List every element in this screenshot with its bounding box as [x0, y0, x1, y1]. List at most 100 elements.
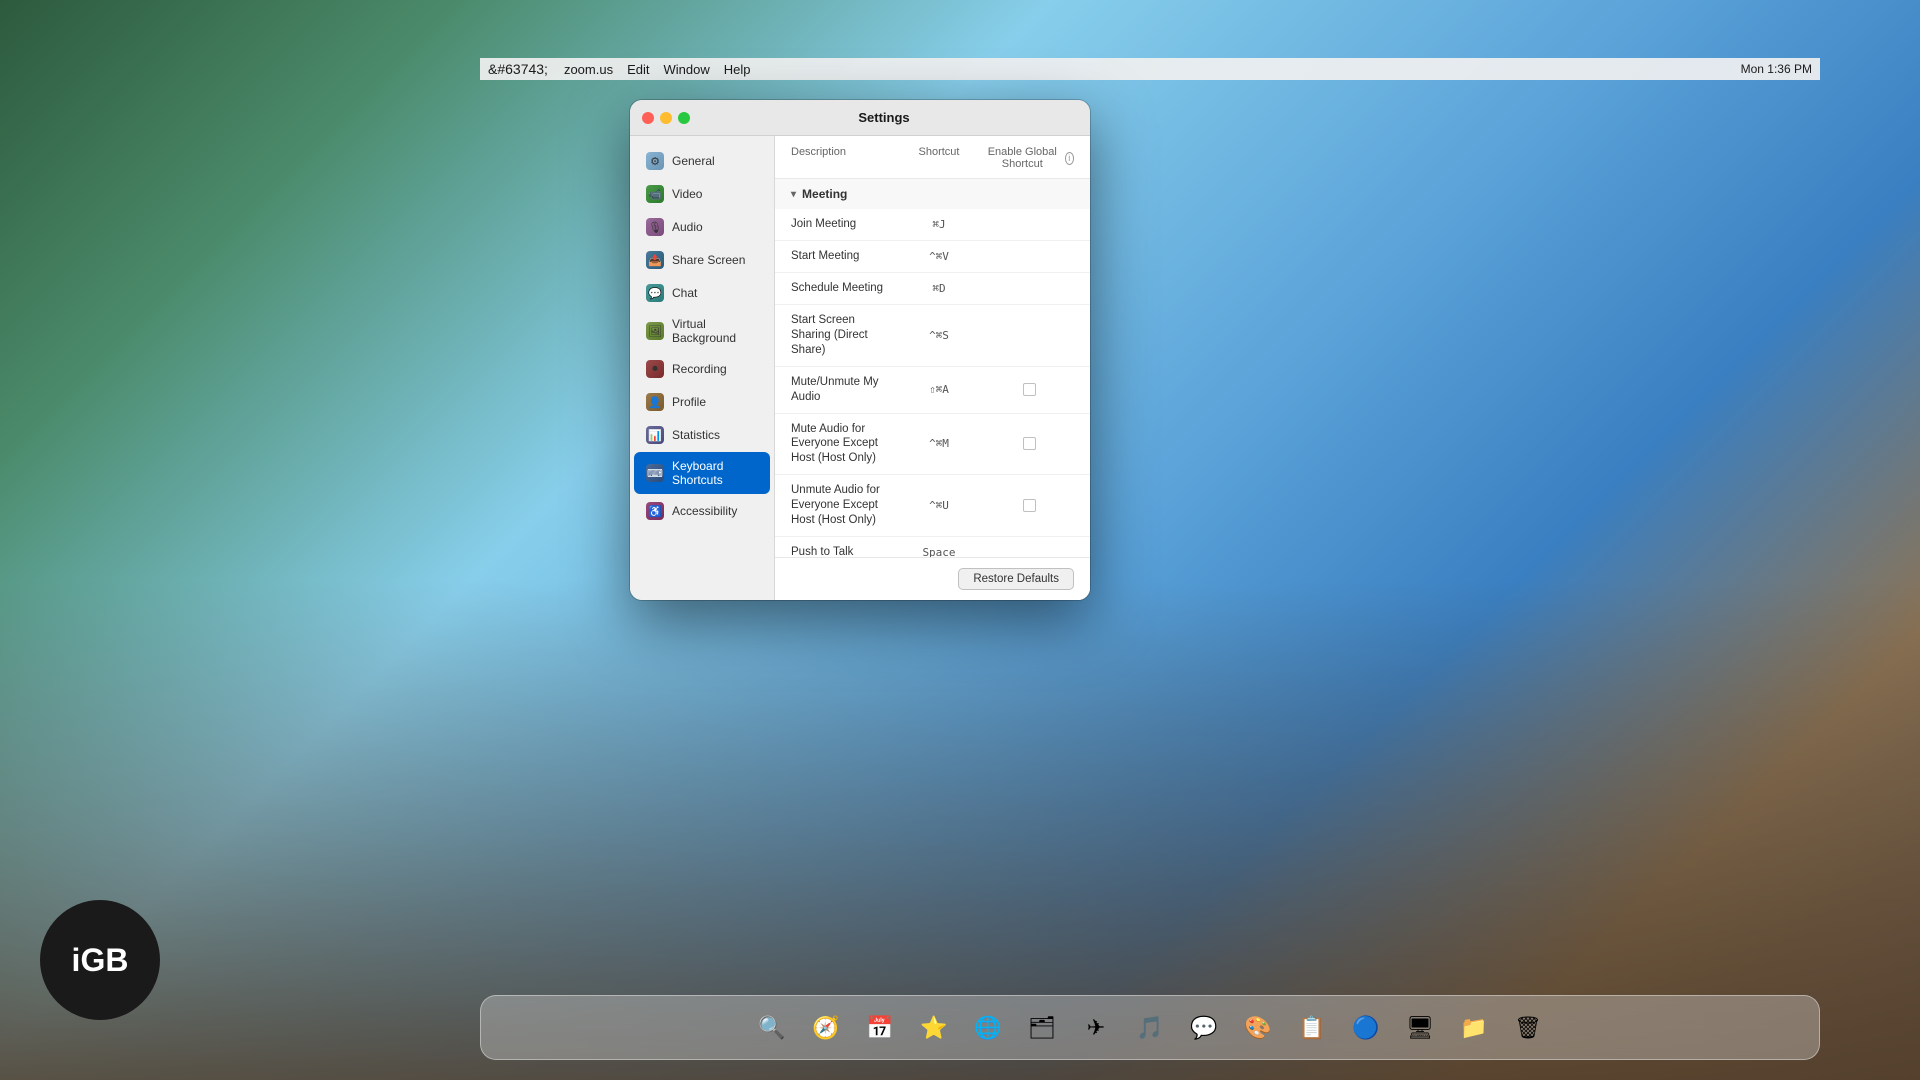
sidebar-label-video: Video [672, 187, 702, 201]
close-button[interactable] [642, 112, 654, 124]
shortcut-row-mute-everyone: Mute Audio for Everyone Except Host (Hos… [775, 414, 1090, 476]
shortcut-desc-join-meeting: Join Meeting [791, 217, 894, 232]
chevron-down-icon: ▾ [791, 189, 796, 200]
keyboard-shortcuts-icon: ⌨ [646, 464, 664, 482]
menubar-window[interactable]: Window [664, 62, 710, 77]
checkbox-mute-everyone[interactable] [1023, 437, 1036, 450]
shortcut-key-mute-audio: ⇧⌘A [894, 383, 984, 396]
dock-item-notes[interactable]: 📋 [1288, 1004, 1336, 1052]
sidebar-item-general[interactable]: ⚙ General [634, 145, 770, 177]
dock-item-scripts[interactable]: ⭐ [910, 1004, 958, 1052]
shortcut-row-start-meeting: Start Meeting ^⌘V [775, 241, 1090, 273]
dock-item-sketch[interactable]: 🎨 [1234, 1004, 1282, 1052]
igb-logo-text: iGB [72, 942, 129, 979]
general-icon: ⚙ [646, 152, 664, 170]
share-screen-icon: 📤 [646, 251, 664, 269]
menubar-edit[interactable]: Edit [627, 62, 649, 77]
shortcut-desc-schedule-meeting: Schedule Meeting [791, 281, 894, 296]
sidebar-label-keyboard-shortcuts: Keyboard Shortcuts [672, 459, 758, 487]
statistics-icon: 📊 [646, 426, 664, 444]
dock-item-finder[interactable]: 🔍 [748, 1004, 796, 1052]
global-shortcut-info-icon[interactable]: i [1065, 152, 1074, 165]
content-header: Description Shortcut Enable Global Short… [775, 136, 1090, 179]
sidebar-item-accessibility[interactable]: ♿ Accessibility [634, 495, 770, 527]
shortcut-key-unmute-everyone: ^⌘U [894, 499, 984, 512]
checkbox-mute-audio[interactable] [1023, 383, 1036, 396]
sidebar-item-audio[interactable]: 🎙 Audio [634, 211, 770, 243]
shortcut-global-mute-everyone[interactable] [984, 437, 1074, 450]
minimize-button[interactable] [660, 112, 672, 124]
shortcut-desc-mute-everyone: Mute Audio for Everyone Except Host (Hos… [791, 422, 894, 467]
sidebar-item-chat[interactable]: 💬 Chat [634, 277, 770, 309]
dock-item-slack[interactable]: 💬 [1180, 1004, 1228, 1052]
shortcut-desc-start-meeting: Start Meeting [791, 249, 894, 264]
main-content: Description Shortcut Enable Global Short… [775, 136, 1090, 600]
settings-window: Settings ⚙ General 📹 Video 🎙 Audio 📤 Sha… [630, 100, 1090, 600]
window-titlebar: Settings [630, 100, 1090, 136]
dock-item-folder[interactable]: 📁 [1450, 1004, 1498, 1052]
sidebar-item-video[interactable]: 📹 Video [634, 178, 770, 210]
dock-item-zoom[interactable]: 🔵 [1342, 1004, 1390, 1052]
sidebar-label-chat: Chat [672, 286, 697, 300]
shortcut-row-unmute-everyone: Unmute Audio for Everyone Except Host (H… [775, 475, 1090, 537]
menubar-help[interactable]: Help [724, 62, 751, 77]
shortcuts-list: ▾ Meeting Join Meeting ⌘J Start Meeting … [775, 179, 1090, 557]
dock-item-files[interactable]: 🗂 [1018, 1004, 1066, 1052]
sidebar-label-statistics: Statistics [672, 428, 720, 442]
sidebar-label-accessibility: Accessibility [672, 504, 737, 518]
sidebar-item-keyboard-shortcuts[interactable]: ⌨ Keyboard Shortcuts [634, 452, 770, 494]
sidebar-label-audio: Audio [672, 220, 703, 234]
sidebar-item-share-screen[interactable]: 📤 Share Screen [634, 244, 770, 276]
shortcut-desc-unmute-everyone: Unmute Audio for Everyone Except Host (H… [791, 483, 894, 528]
dock-item-chrome[interactable]: 🌐 [964, 1004, 1012, 1052]
shortcut-key-join-meeting: ⌘J [894, 218, 984, 231]
sidebar-item-virtual-background[interactable]: 🖼 Virtual Background [634, 310, 770, 352]
sidebar-item-statistics[interactable]: 📊 Statistics [634, 419, 770, 451]
header-shortcut: Shortcut [894, 146, 984, 170]
shortcut-key-push-to-talk: Space [894, 546, 984, 557]
audio-icon: 🎙 [646, 218, 664, 236]
sidebar-label-general: General [672, 154, 715, 168]
window-footer: Restore Defaults [775, 557, 1090, 600]
shortcut-row-mute-audio: Mute/Unmute My Audio ⇧⌘A [775, 367, 1090, 414]
menubar-app-name[interactable]: zoom.us [564, 62, 613, 77]
apple-menu-icon[interactable]: &#63743; [488, 61, 548, 77]
chat-icon: 💬 [646, 284, 664, 302]
shortcut-desc-push-to-talk: Push to Talk [791, 545, 894, 557]
sidebar-label-recording: Recording [672, 362, 727, 376]
shortcut-global-mute-audio[interactable] [984, 383, 1074, 396]
dock-item-mail[interactable]: ✈ [1072, 1004, 1120, 1052]
dock-item-music[interactable]: 🎵 [1126, 1004, 1174, 1052]
sidebar-label-virtual-background: Virtual Background [672, 317, 758, 345]
maximize-button[interactable] [678, 112, 690, 124]
dock-item-system-prefs[interactable]: 🖥 [1396, 1004, 1444, 1052]
profile-icon: 👤 [646, 393, 664, 411]
checkbox-unmute-everyone[interactable] [1023, 499, 1036, 512]
accessibility-icon: ♿ [646, 502, 664, 520]
igb-logo: iGB [40, 900, 160, 1020]
shortcut-row-push-to-talk: Push to Talk Space [775, 537, 1090, 557]
shortcut-key-start-meeting: ^⌘V [894, 250, 984, 263]
dock: 🔍 🧭 📅 ⭐ 🌐 🗂 ✈ 🎵 💬 🎨 📋 🔵 🖥 📁 🗑 [480, 995, 1820, 1060]
menubar: &#63743; zoom.us Edit Window Help Mon 1:… [480, 58, 1820, 80]
recording-icon: ⏺ [646, 360, 664, 378]
sidebar-item-profile[interactable]: 👤 Profile [634, 386, 770, 418]
dock-item-calendar[interactable]: 📅 [856, 1004, 904, 1052]
shortcut-row-screen-sharing: Start Screen Sharing (Direct Share) ^⌘S [775, 305, 1090, 367]
video-icon: 📹 [646, 185, 664, 203]
shortcut-desc-screen-sharing: Start Screen Sharing (Direct Share) [791, 313, 894, 358]
restore-defaults-button[interactable]: Restore Defaults [958, 568, 1074, 590]
dock-item-trash[interactable]: 🗑 [1504, 1004, 1552, 1052]
dock-item-safari[interactable]: 🧭 [802, 1004, 850, 1052]
sidebar-label-share-screen: Share Screen [672, 253, 745, 267]
shortcut-desc-mute-audio: Mute/Unmute My Audio [791, 375, 894, 405]
section-header-meeting[interactable]: ▾ Meeting [775, 179, 1090, 209]
header-global-shortcut: Enable Global Shortcut i [984, 146, 1074, 170]
shortcut-row-join-meeting: Join Meeting ⌘J [775, 209, 1090, 241]
header-description: Description [791, 146, 894, 170]
sidebar: ⚙ General 📹 Video 🎙 Audio 📤 Share Screen… [630, 136, 775, 600]
traffic-lights [642, 112, 690, 124]
shortcut-global-unmute-everyone[interactable] [984, 499, 1074, 512]
window-title: Settings [690, 110, 1078, 125]
sidebar-item-recording[interactable]: ⏺ Recording [634, 353, 770, 385]
